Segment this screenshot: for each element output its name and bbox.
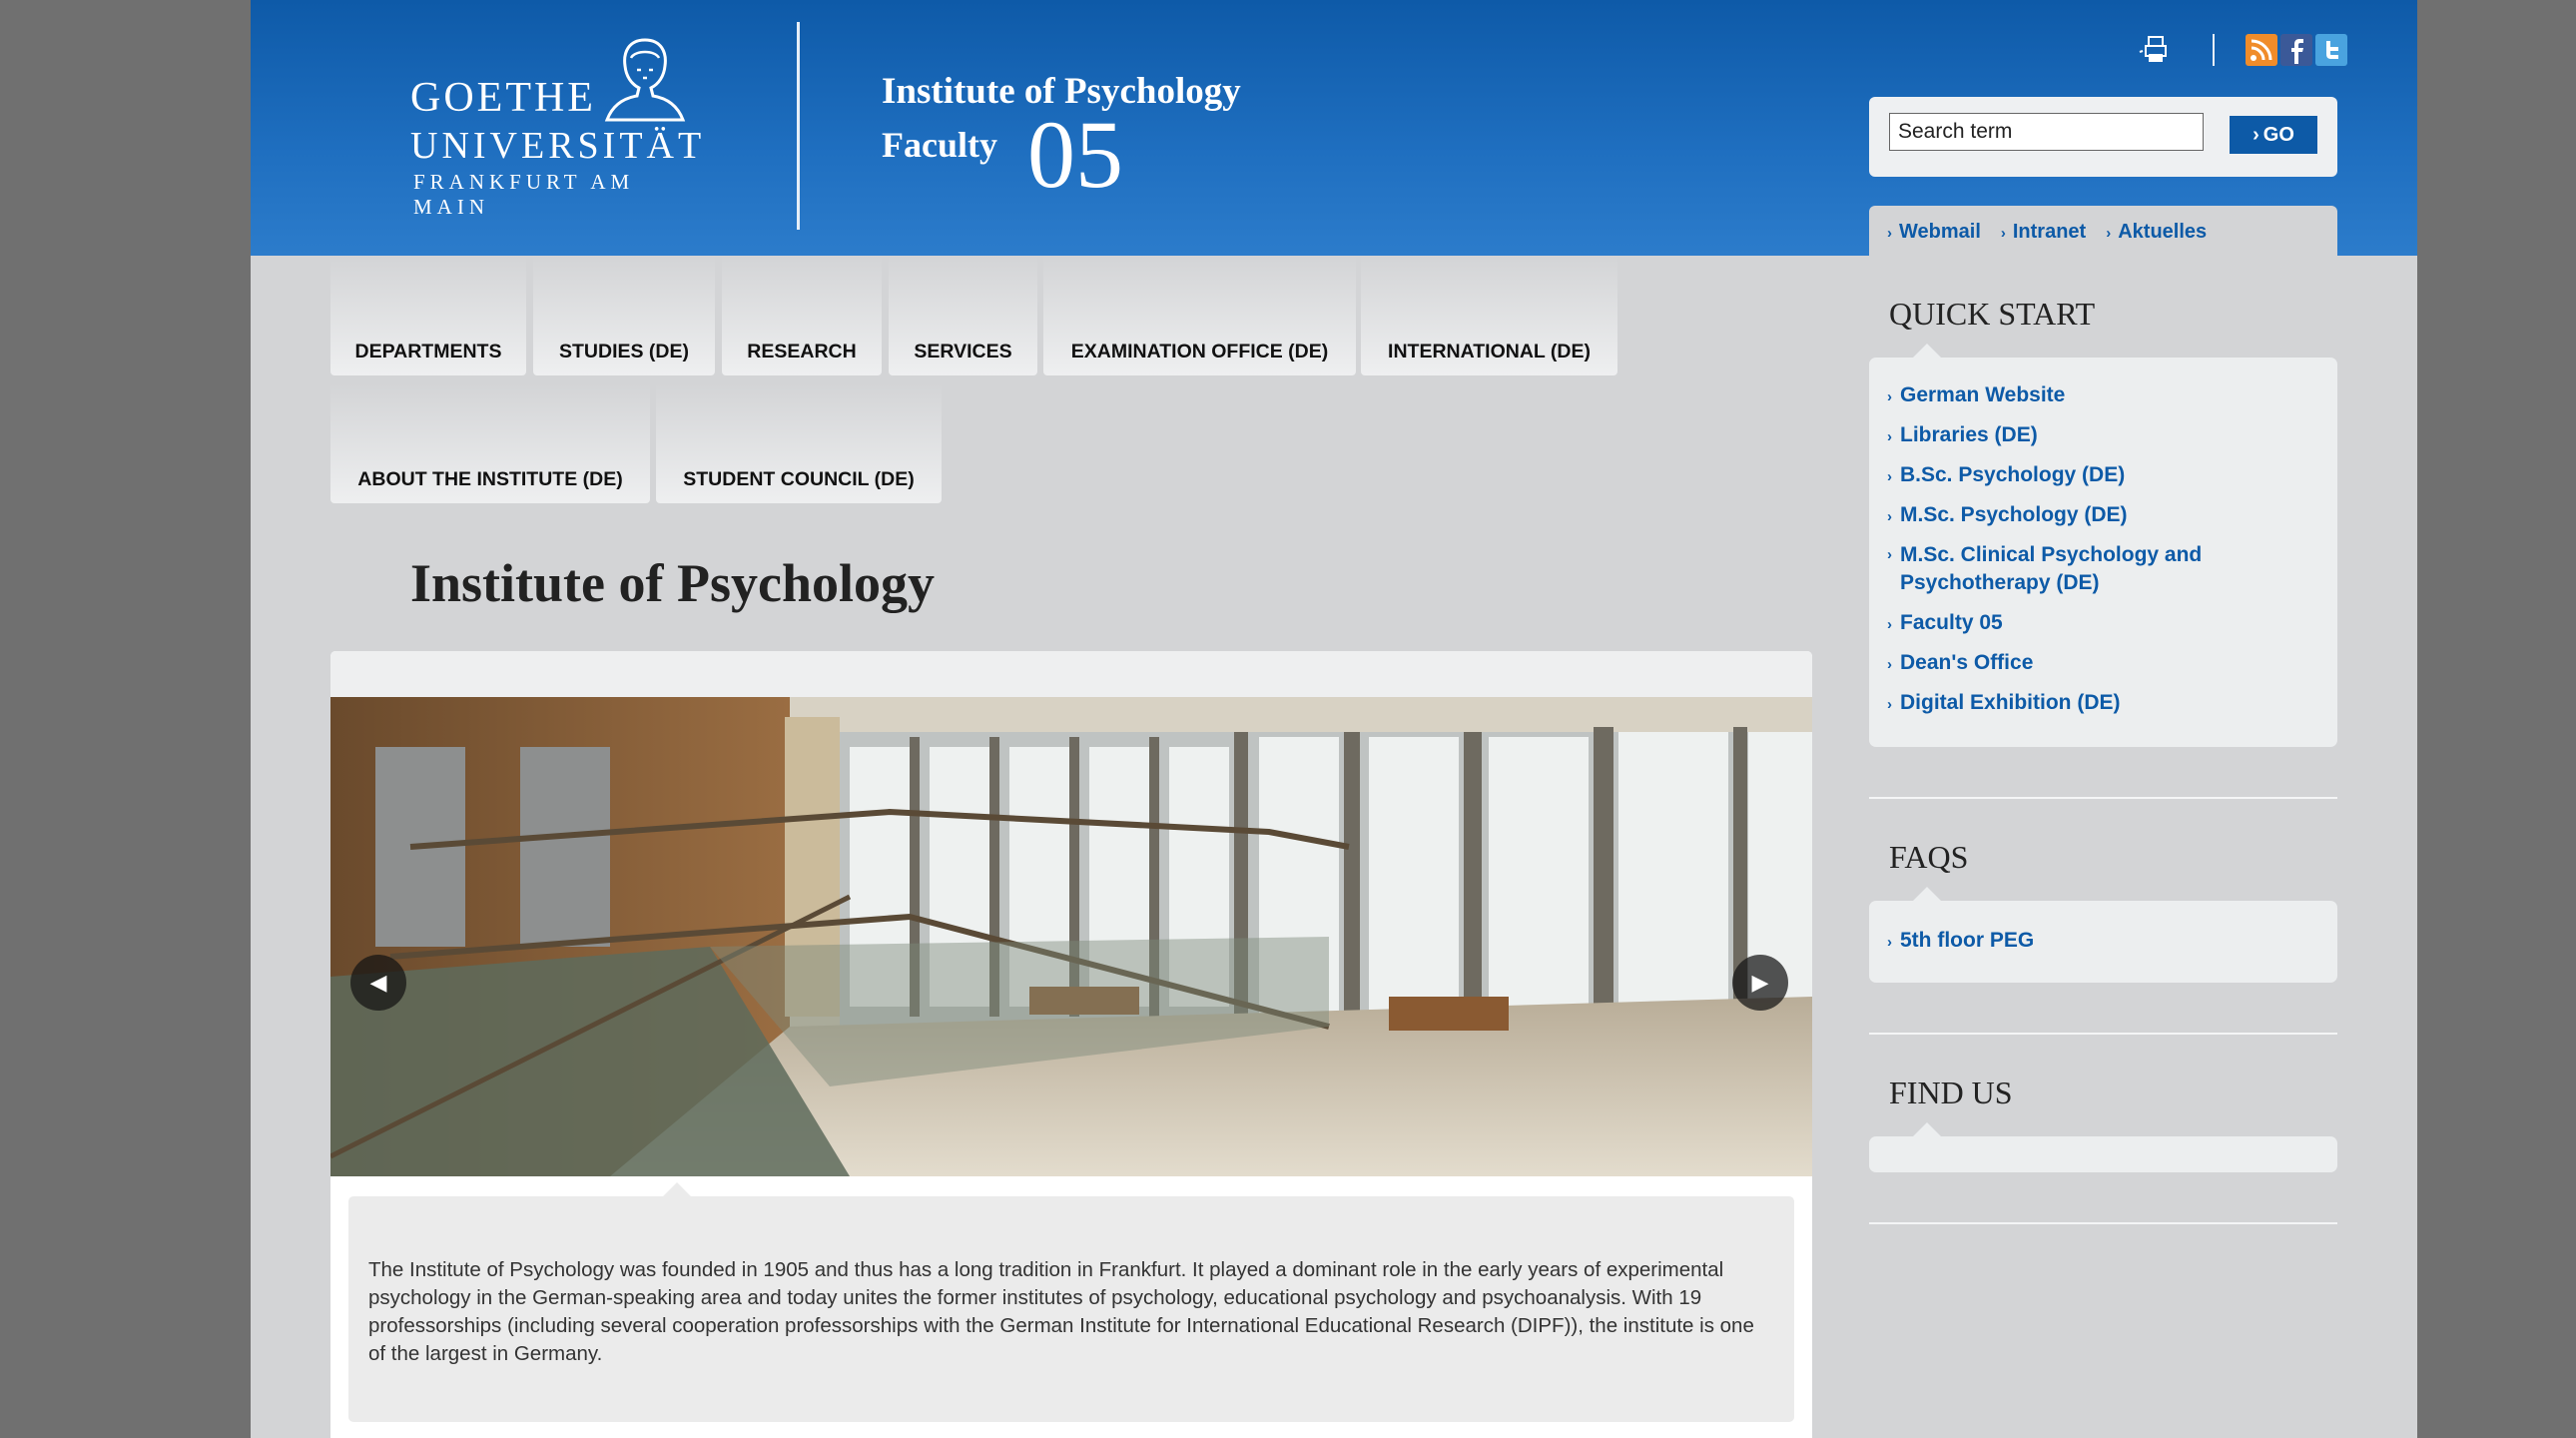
logo-line-1: GOETHE bbox=[410, 75, 596, 121]
nav-tab-international[interactable]: INTERNATIONAL (DE) bbox=[1361, 256, 1617, 375]
nav-tab-student-council[interactable]: STUDENT COUNCIL (DE) bbox=[656, 383, 942, 503]
nav-tab-studies[interactable]: STUDIES (DE) bbox=[533, 256, 715, 375]
find-us-heading: FIND US bbox=[1889, 1075, 2013, 1110]
chevron-right-icon: › bbox=[1887, 546, 1892, 563]
university-logo[interactable]: GOETHE UNIVERSITÄT FRANKFURT AM MAIN bbox=[410, 36, 701, 219]
search-go-button[interactable]: › GO bbox=[2230, 116, 2317, 154]
quick-start-link-german-website[interactable]: › German Website bbox=[1887, 381, 2065, 411]
utility-separator bbox=[2213, 34, 2215, 66]
chevron-right-icon: › bbox=[1887, 696, 1892, 713]
quick-start-heading: QUICK START bbox=[1889, 296, 2096, 332]
nav-tab-services[interactable]: SERVICES bbox=[889, 256, 1037, 375]
quick-start-link-libraries[interactable]: › Libraries (DE) bbox=[1887, 421, 2038, 451]
quick-start-link-msc-clinical-psychology[interactable]: › M.Sc. Clinical Psychology and Psychothe… bbox=[1887, 541, 2286, 597]
sidebar-divider bbox=[1869, 1222, 2337, 1224]
page: GOETHE UNIVERSITÄT FRANKFURT AM MAIN Ins… bbox=[251, 0, 2417, 1438]
faqs-notch bbox=[1913, 887, 1941, 901]
chevron-right-icon: › bbox=[1887, 508, 1892, 525]
search-box: › GO bbox=[1869, 97, 2337, 177]
quick-start-link-msc-psychology[interactable]: › M.Sc. Psychology (DE) bbox=[1887, 501, 2128, 531]
sidebar-divider bbox=[1869, 797, 2337, 799]
site-header: GOETHE UNIVERSITÄT FRANKFURT AM MAIN Ins… bbox=[251, 0, 2417, 258]
quick-start-link-deans-office[interactable]: › Dean's Office bbox=[1887, 649, 2033, 679]
header-divider bbox=[797, 22, 800, 230]
chevron-right-icon: › bbox=[1887, 224, 1892, 242]
chevron-right-icon: › bbox=[1887, 428, 1892, 445]
quick-start-link-faculty-05[interactable]: › Faculty 05 bbox=[1887, 609, 2003, 639]
quick-link-aktuelles[interactable]: › Aktuelles bbox=[2106, 221, 2207, 244]
quick-start-link-digital-exhibition[interactable]: › Digital Exhibition (DE) bbox=[1887, 689, 2121, 719]
chevron-right-icon: › bbox=[2000, 224, 2006, 242]
institute-lobby-photo bbox=[330, 697, 1812, 1176]
rss-icon[interactable] bbox=[2246, 34, 2277, 66]
caption-text: The Institute of Psychology was founded … bbox=[368, 1258, 1754, 1365]
nav-tab-research[interactable]: RESEARCH bbox=[722, 256, 882, 375]
chevron-right-icon: › bbox=[1887, 468, 1892, 485]
faculty-label: Faculty bbox=[882, 125, 997, 165]
chevron-right-icon: › bbox=[1887, 616, 1892, 633]
search-go-label: GO bbox=[2262, 123, 2294, 146]
twitter-icon[interactable] bbox=[2315, 34, 2347, 66]
chevron-left-icon: ◀ bbox=[369, 970, 387, 995]
caption-notch bbox=[663, 1182, 691, 1196]
print-icon[interactable] bbox=[2138, 34, 2170, 66]
sidebar-divider bbox=[1869, 1033, 2337, 1035]
slider-top-strip bbox=[330, 651, 1812, 697]
faqs-heading: FAQS bbox=[1889, 839, 1969, 875]
logo-line-3: FRANKFURT AM MAIN bbox=[413, 170, 635, 219]
chevron-right-icon: › bbox=[1887, 656, 1892, 673]
quick-start-notch bbox=[1913, 344, 1941, 358]
nav-tab-about-the-institute[interactable]: ABOUT THE INSTITUTE (DE) bbox=[330, 383, 650, 503]
nav-tab-departments[interactable]: DEPARTMENTS bbox=[330, 256, 526, 375]
nav-tab-examination-office[interactable]: EXAMINATION OFFICE (DE) bbox=[1043, 256, 1356, 375]
slider-next-button[interactable]: ▶ bbox=[1732, 955, 1788, 1011]
chevron-right-icon: › bbox=[1887, 934, 1892, 951]
quick-link-webmail[interactable]: › Webmail bbox=[1887, 221, 1981, 244]
chevron-right-icon: › bbox=[2253, 123, 2259, 146]
quick-links-bar: › Webmail › Intranet › Aktuelles bbox=[1869, 206, 2337, 258]
faq-link-5th-floor-peg[interactable]: › 5th floor PEG bbox=[1887, 927, 2034, 957]
find-us-notch bbox=[1913, 1122, 1941, 1136]
chevron-right-icon: › bbox=[1887, 388, 1892, 405]
quick-start-link-bsc-psychology[interactable]: › B.Sc. Psychology (DE) bbox=[1887, 461, 2125, 491]
faqs-box: › 5th floor PEG bbox=[1869, 887, 2337, 983]
facebook-icon[interactable] bbox=[2280, 34, 2312, 66]
chevron-right-icon: › bbox=[2106, 224, 2112, 242]
faculty-number: 05 bbox=[1027, 101, 1123, 208]
quick-link-intranet[interactable]: › Intranet bbox=[2001, 221, 2086, 244]
slider-prev-button[interactable]: ◀ bbox=[350, 955, 406, 1011]
slider-caption: The Institute of Psychology was founded … bbox=[348, 1182, 1794, 1422]
page-title: Institute of Psychology bbox=[410, 553, 935, 613]
utility-icons bbox=[2138, 32, 2367, 68]
goethe-bust-icon bbox=[604, 38, 686, 122]
find-us-box bbox=[1869, 1122, 2337, 1172]
image-slider: ◀ ▶ The Institute of Psychology was foun… bbox=[330, 651, 1812, 1438]
logo-line-2: UNIVERSITÄT bbox=[410, 125, 706, 167]
search-input[interactable] bbox=[1889, 113, 2204, 151]
chevron-right-icon: ▶ bbox=[1751, 970, 1769, 995]
quick-start-box: › German Website › Libraries (DE) › B.Sc. P… bbox=[1869, 344, 2337, 747]
